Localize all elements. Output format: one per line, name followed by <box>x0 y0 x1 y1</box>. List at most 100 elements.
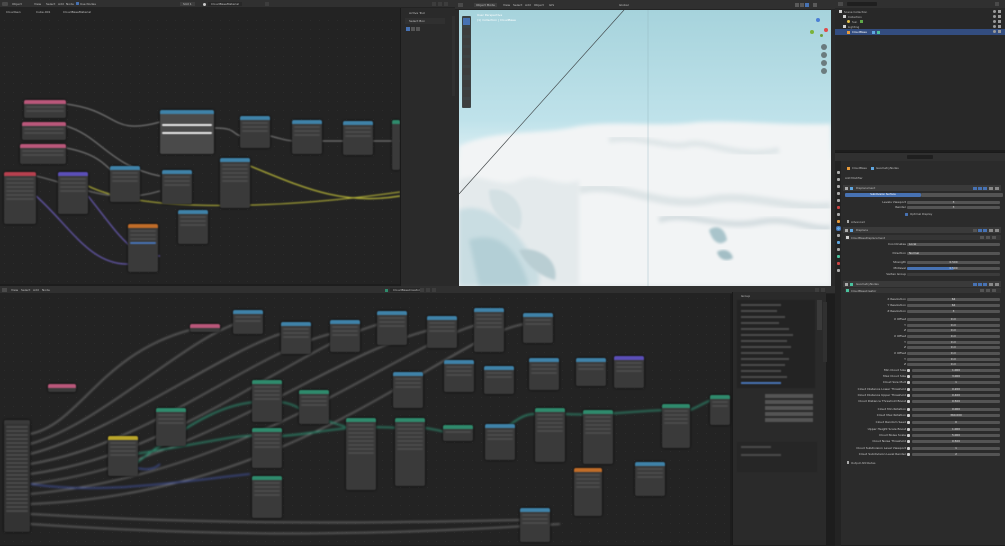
gn-input-row[interactable]: Y Resolution 64 <box>844 303 1002 308</box>
geo-node-green-6[interactable] <box>395 418 425 486</box>
select-box-icon[interactable] <box>463 18 470 25</box>
attribute-toggle-icon[interactable] <box>907 446 911 450</box>
geo-node-green-11[interactable] <box>710 395 730 425</box>
add-modifier-button[interactable]: Add Modifier <box>845 176 863 180</box>
render-toggle-icon[interactable] <box>983 228 987 232</box>
gn-input-field[interactable]: 1.000 <box>912 427 1000 432</box>
world-tab-icon[interactable] <box>836 206 840 209</box>
optimal-display-checkbox[interactable] <box>905 212 908 216</box>
cursor-icon[interactable] <box>463 28 470 35</box>
geo-menu-select[interactable]: Select <box>21 288 30 292</box>
modifier-displacement-header[interactable]: Displacement <box>843 185 1001 191</box>
gn-input-field[interactable]: 1.000 <box>912 368 1000 373</box>
render-toggle-icon[interactable] <box>983 282 987 286</box>
node-group-copy-icon[interactable] <box>986 289 990 292</box>
gn-input-row[interactable]: Cloud Min Rotation 0.000 <box>844 407 1002 412</box>
gn-input-field[interactable]: 0 <box>912 420 1000 425</box>
gn-input-row[interactable]: Y0 m <box>844 323 1002 328</box>
attribute-toggle-icon[interactable] <box>907 380 911 384</box>
gn-input-row[interactable]: Cloud Noise Scale 5.000 <box>844 433 1002 438</box>
node-pink-a[interactable] <box>24 100 66 118</box>
geo-node-blue-2[interactable] <box>281 322 311 354</box>
outliner-filter-icon[interactable] <box>995 2 999 6</box>
geo-node-blue-7[interactable] <box>523 313 553 343</box>
gn-input-row[interactable]: Z0 m <box>844 345 1002 350</box>
gn-input-row[interactable]: Upper Height Scale Boost 1.000 <box>844 427 1002 432</box>
geo-node-blue-5[interactable] <box>427 316 457 348</box>
gn-input-row[interactable]: Y0 m <box>844 357 1002 362</box>
geo-node-blue-11[interactable] <box>529 358 559 390</box>
node-blue-b[interactable] <box>160 110 214 154</box>
measure-icon[interactable] <box>463 90 470 97</box>
node-green-a[interactable] <box>392 120 400 170</box>
geo-node-green-10[interactable] <box>662 404 690 448</box>
group-socket-list[interactable] <box>737 300 815 388</box>
menu-add[interactable]: Add <box>58 2 64 6</box>
viewport-mode-select[interactable]: Object Mode <box>474 3 497 7</box>
particles-tab-icon[interactable] <box>836 234 840 237</box>
gn-input-row[interactable]: Z0 m <box>844 328 1002 333</box>
attribute-toggle-icon[interactable] <box>907 399 911 403</box>
gn-input-row[interactable]: Cloud Distance Threshold Boost 0.500 <box>844 399 1002 404</box>
gn-input-row[interactable]: Cloud Max Rotation 360.000 <box>844 413 1002 418</box>
geo-node-blue-15[interactable] <box>520 508 550 542</box>
move-icon[interactable] <box>463 38 470 45</box>
geo-node-blue-13[interactable] <box>485 424 515 460</box>
attribute-toggle-icon[interactable] <box>907 420 911 424</box>
viewport-editor-icon[interactable] <box>458 3 463 7</box>
displace-name-field[interactable]: Displace <box>856 228 868 232</box>
object-tab-icon[interactable] <box>836 220 840 223</box>
texture-tab-icon[interactable] <box>836 269 840 272</box>
annotate-icon[interactable] <box>463 80 470 87</box>
gn-input-field[interactable]: 64 <box>907 303 1000 308</box>
node-group-close-icon[interactable] <box>992 289 996 292</box>
subdiv-type-toggle[interactable]: Subdivision Surface <box>845 193 1003 197</box>
node-group-users-icon[interactable] <box>980 289 984 292</box>
output-attributes-subpanel[interactable]: Output Attributes <box>845 460 1001 465</box>
eye-icon[interactable] <box>993 15 996 18</box>
levels-viewport-row[interactable]: Levels Viewport 3 <box>844 200 1002 205</box>
outliner-search-field[interactable] <box>847 2 877 6</box>
advanced-subpanel[interactable]: Advanced <box>845 219 1001 224</box>
camera-icon[interactable] <box>998 20 1001 23</box>
gn-input-row[interactable]: Z0 m <box>844 362 1002 367</box>
geo-node-green-2[interactable] <box>299 390 329 424</box>
geo-menu-add[interactable]: Add <box>33 288 39 292</box>
geo-node-green-9[interactable] <box>583 410 613 464</box>
gn-input-field[interactable]: 5.000 <box>912 433 1000 438</box>
modifier-menu-icon[interactable] <box>989 228 993 232</box>
node-blue-h[interactable] <box>178 210 208 244</box>
node-pink-b[interactable] <box>22 122 66 140</box>
gn-input-field[interactable]: 0 m <box>907 317 1000 322</box>
snap-icon[interactable] <box>444 2 448 6</box>
scene-tab-icon[interactable] <box>836 199 840 202</box>
attribute-toggle-icon[interactable] <box>907 393 911 397</box>
geo-node-green-5[interactable] <box>346 418 376 490</box>
gn-input-field[interactable]: 1 <box>912 380 1000 385</box>
geo-node-blue-9[interactable] <box>444 360 474 392</box>
gn-input-row[interactable]: Cloud Subdivision Level Render 2 <box>844 452 1002 457</box>
attribute-toggle-icon[interactable] <box>907 374 911 378</box>
gn-input-row[interactable]: Z Resolution 3 <box>844 309 1002 314</box>
eye-icon[interactable] <box>993 10 996 13</box>
output-tab-icon[interactable] <box>836 185 840 188</box>
strength-row[interactable]: Strength 0.500 <box>844 260 1002 265</box>
gizmo-z-axis[interactable] <box>816 18 820 22</box>
node-tree-new-icon[interactable] <box>426 288 430 292</box>
viewport-menu-select[interactable]: Select <box>513 3 522 7</box>
menu-select[interactable]: Select <box>46 2 55 6</box>
gn-input-field[interactable]: 0 m <box>907 323 1000 328</box>
strength-field[interactable]: 0.500 <box>907 260 1000 265</box>
eye-icon[interactable] <box>993 25 996 28</box>
gn-input-field[interactable]: 0.400 <box>912 393 1000 398</box>
modifier-menu-icon[interactable] <box>989 186 993 190</box>
gn-input-row[interactable]: X Offset 0 m <box>844 351 1002 356</box>
geo-node-blue-14[interactable] <box>635 462 665 496</box>
coordinates-row[interactable]: Coordinates Local <box>844 242 1002 247</box>
viewport-menu-view[interactable]: View <box>503 3 510 7</box>
gn-input-field[interactable]: 0.200 <box>912 387 1000 392</box>
gn-input-field[interactable]: 0 m <box>907 328 1000 333</box>
navigation-gizmo[interactable] <box>808 18 830 40</box>
expand-icon[interactable] <box>845 228 848 232</box>
geo-node-blue-12[interactable] <box>576 358 606 386</box>
